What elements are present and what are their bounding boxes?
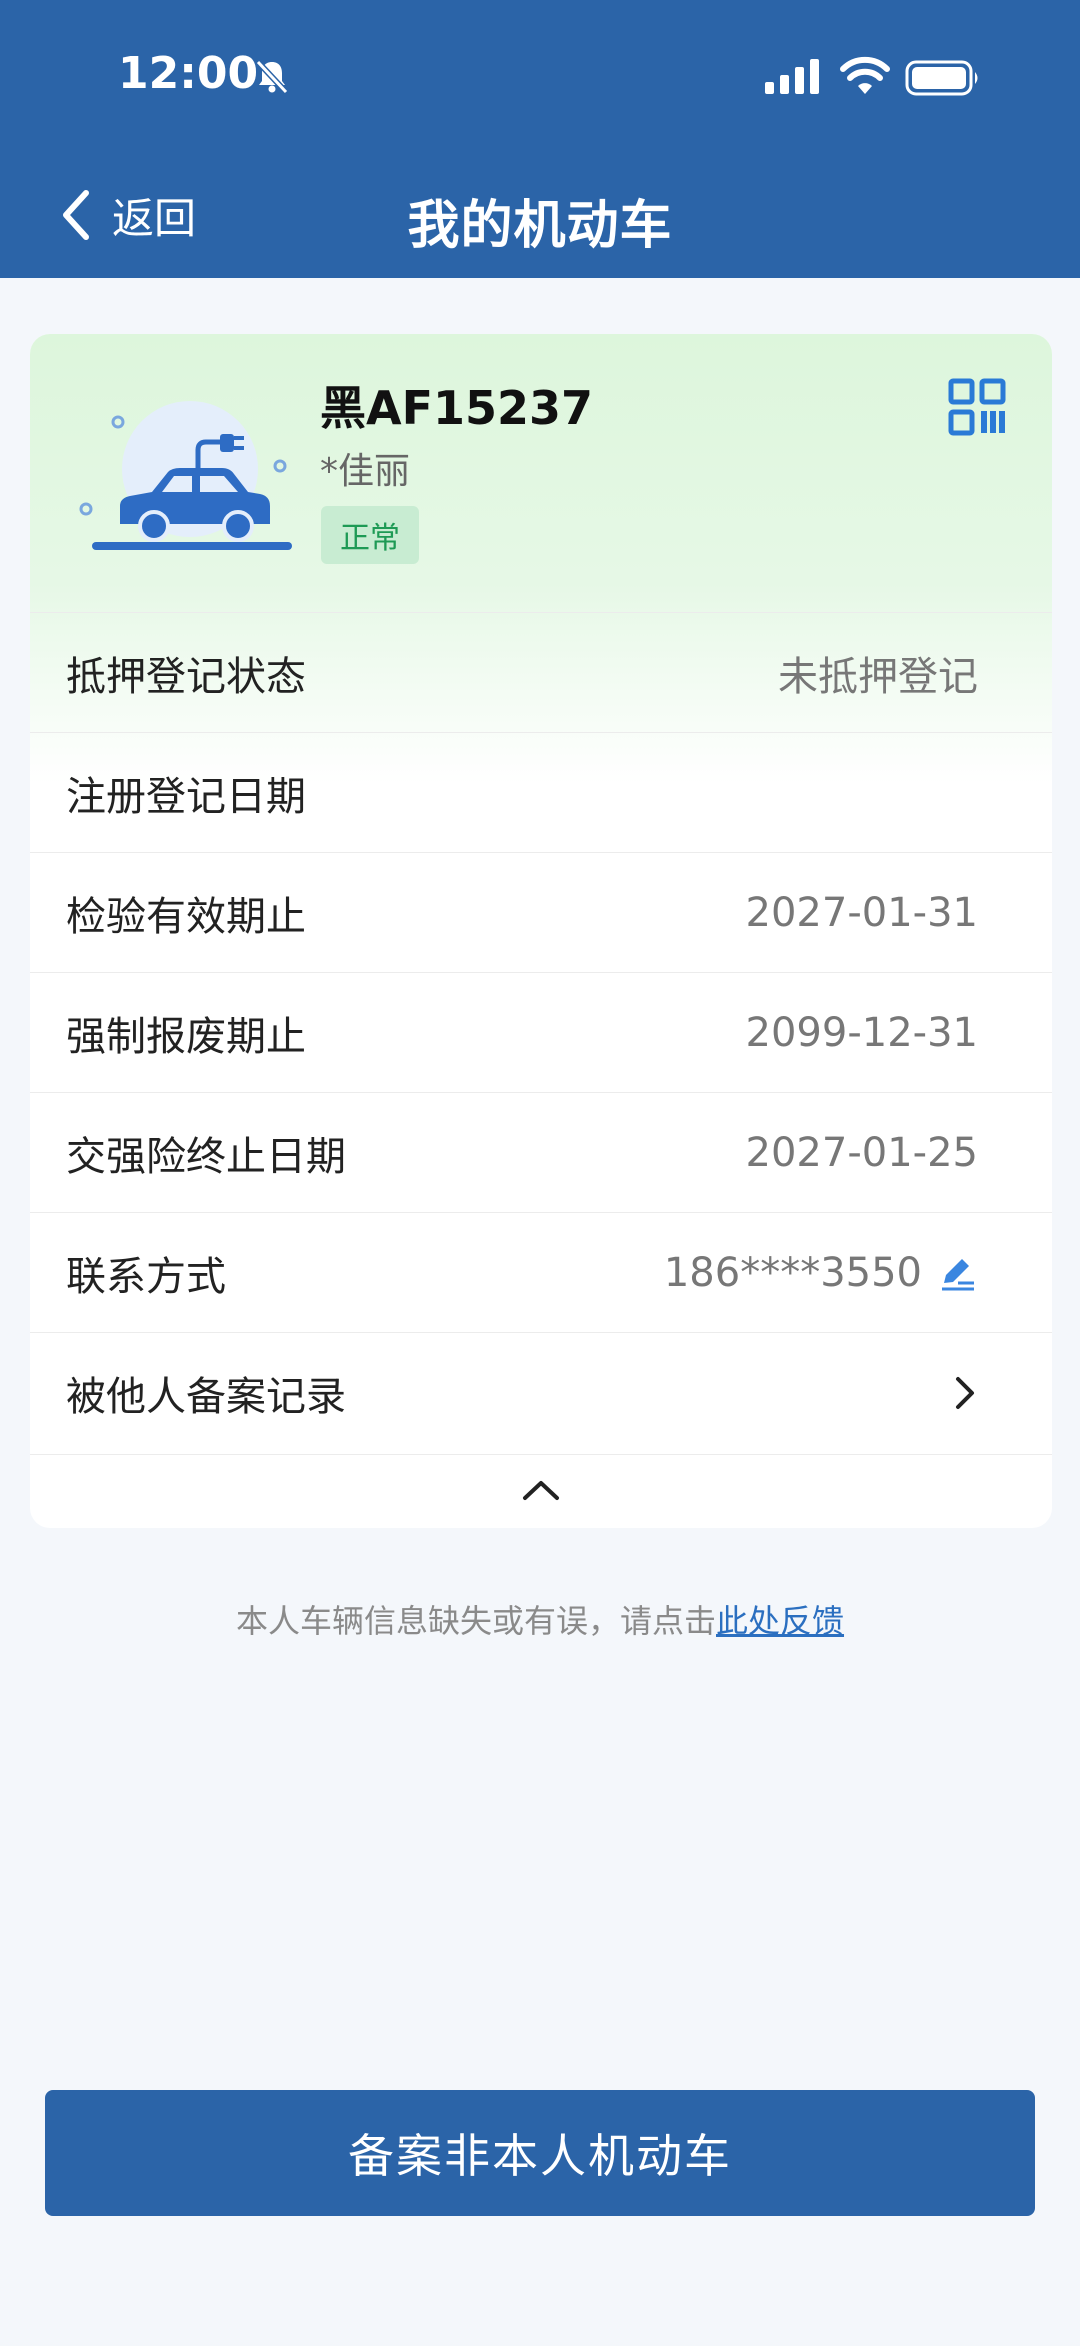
edit-icon[interactable] bbox=[938, 1253, 978, 1293]
qr-code-icon[interactable] bbox=[948, 378, 1006, 436]
electric-car-icon bbox=[79, 401, 292, 550]
row-label: 联系方式 bbox=[66, 1253, 226, 1300]
owner-name: *佳丽 bbox=[320, 451, 411, 492]
row-label: 被他人备案记录 bbox=[66, 1373, 346, 1420]
page-title: 我的机动车 bbox=[407, 196, 673, 256]
row-value: 2027-01-25 bbox=[745, 1129, 978, 1176]
file-non-owner-vehicle-button[interactable]: 备案非本人机动车 bbox=[45, 2090, 1035, 2216]
vehicle-card: 黑AF15237 *佳丽 正常 抵押登记状态 未抵押登记 注册登记日期 检验有效… bbox=[30, 334, 1052, 1528]
row-filing-records[interactable]: 被他人备案记录 bbox=[30, 1332, 1052, 1452]
row-value: 186****3550 bbox=[663, 1249, 922, 1296]
row-value: 未抵押登记 bbox=[778, 653, 978, 700]
row-label: 交强险终止日期 bbox=[66, 1133, 346, 1180]
row-insurance-end-date: 交强险终止日期 2027-01-25 bbox=[30, 1092, 1052, 1212]
row-scrap-deadline: 强制报废期止 2099-12-31 bbox=[30, 972, 1052, 1092]
row-registration-date: 注册登记日期 bbox=[30, 732, 1052, 852]
chevron-right-icon bbox=[956, 1376, 974, 1409]
detail-list: 抵押登记状态 未抵押登记 注册登记日期 检验有效期止 2027-01-31 强制… bbox=[30, 612, 1052, 1452]
chevron-up-icon bbox=[523, 1481, 559, 1500]
row-label: 强制报废期止 bbox=[66, 1013, 306, 1060]
row-value: 2099-12-31 bbox=[745, 1009, 978, 1056]
status-time: 12:00 bbox=[118, 48, 259, 99]
row-inspection-expiry: 检验有效期止 2027-01-31 bbox=[30, 852, 1052, 972]
plate-number: 黑AF15237 bbox=[320, 381, 594, 435]
battery-icon bbox=[905, 60, 978, 96]
row-label: 检验有效期止 bbox=[66, 893, 306, 940]
feedback-note: 本人车辆信息缺失或有误，请点击此处反馈 bbox=[0, 1596, 1080, 1642]
feedback-text: 本人车辆信息缺失或有误，请点击 bbox=[235, 1602, 716, 1640]
signal-icon bbox=[765, 59, 819, 94]
contact-value-group: 186****3550 bbox=[664, 1250, 978, 1296]
wifi-icon bbox=[840, 56, 890, 94]
app-header: 12:00 返回 我的机动车 bbox=[0, 0, 1080, 278]
row-contact[interactable]: 联系方式 186****3550 bbox=[30, 1212, 1052, 1332]
row-label: 注册登记日期 bbox=[66, 773, 306, 820]
collapse-toggle[interactable] bbox=[30, 1454, 1052, 1525]
row-mortgage-status: 抵押登记状态 未抵押登记 bbox=[30, 612, 1052, 732]
muted-bell-icon bbox=[255, 59, 289, 95]
row-label: 抵押登记状态 bbox=[66, 653, 306, 700]
row-value: 2027-01-31 bbox=[745, 889, 978, 936]
status-badge: 正常 bbox=[321, 506, 419, 564]
feedback-link[interactable]: 此处反馈 bbox=[716, 1602, 844, 1640]
